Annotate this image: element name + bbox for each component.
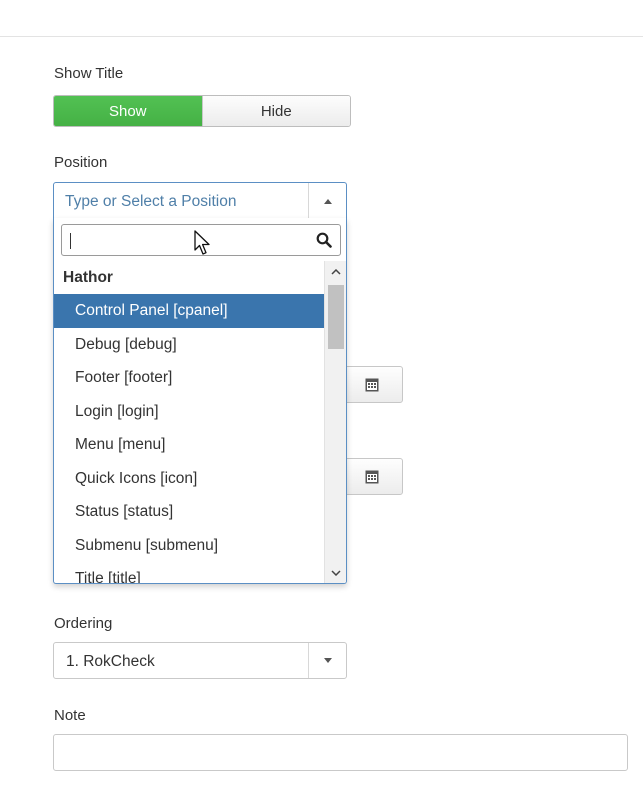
caret-up-icon xyxy=(323,198,332,204)
ordering-label: Ordering xyxy=(54,615,113,632)
position-option[interactable]: Status [status] xyxy=(54,495,324,529)
section-divider xyxy=(0,36,643,37)
mouse-pointer-icon xyxy=(194,230,210,255)
ordering-toggle-button[interactable] xyxy=(308,643,346,678)
note-input[interactable] xyxy=(53,734,628,771)
position-options-list: Hathor Control Panel [cpanel] Debug [deb… xyxy=(54,261,324,583)
show-title-toggle[interactable]: Show Hide xyxy=(53,95,351,127)
text-cursor xyxy=(70,233,71,249)
scroll-down-icon[interactable] xyxy=(325,564,346,582)
position-dropdown: Hathor Control Panel [cpanel] Debug [deb… xyxy=(53,218,347,584)
calendar-icon xyxy=(365,470,379,484)
show-title-label: Show Title xyxy=(54,65,124,82)
ordering-value: 1. RokCheck xyxy=(66,653,155,670)
scroll-up-icon[interactable] xyxy=(325,263,346,281)
position-select[interactable]: Type or Select a Position xyxy=(53,182,347,219)
calendar-icon xyxy=(365,378,379,392)
position-option[interactable]: Control Panel [cpanel] xyxy=(54,294,324,328)
position-placeholder: Type or Select a Position xyxy=(65,193,237,210)
position-label: Position xyxy=(54,154,108,171)
position-toggle-button[interactable] xyxy=(308,183,346,219)
position-option[interactable]: Menu [menu] xyxy=(54,428,324,462)
list-scrollbar[interactable] xyxy=(324,261,346,583)
position-option[interactable]: Quick Icons [icon] xyxy=(54,462,324,496)
position-option[interactable]: Footer [footer] xyxy=(54,361,324,395)
position-option[interactable]: Debug [debug] xyxy=(54,328,324,362)
ordering-select[interactable]: 1. RokCheck xyxy=(53,642,347,679)
position-option[interactable]: Title [title] xyxy=(54,562,324,583)
position-option[interactable]: Submenu [submenu] xyxy=(54,529,324,563)
option-group-label: Hathor xyxy=(63,269,113,286)
show-option[interactable]: Show xyxy=(54,96,202,126)
note-label: Note xyxy=(54,707,86,724)
magnifier-icon xyxy=(316,232,332,248)
caret-down-icon xyxy=(323,658,332,663)
position-option[interactable]: Login [login] xyxy=(54,395,324,429)
hide-option[interactable]: Hide xyxy=(201,96,350,126)
scrollbar-thumb[interactable] xyxy=(328,285,344,349)
